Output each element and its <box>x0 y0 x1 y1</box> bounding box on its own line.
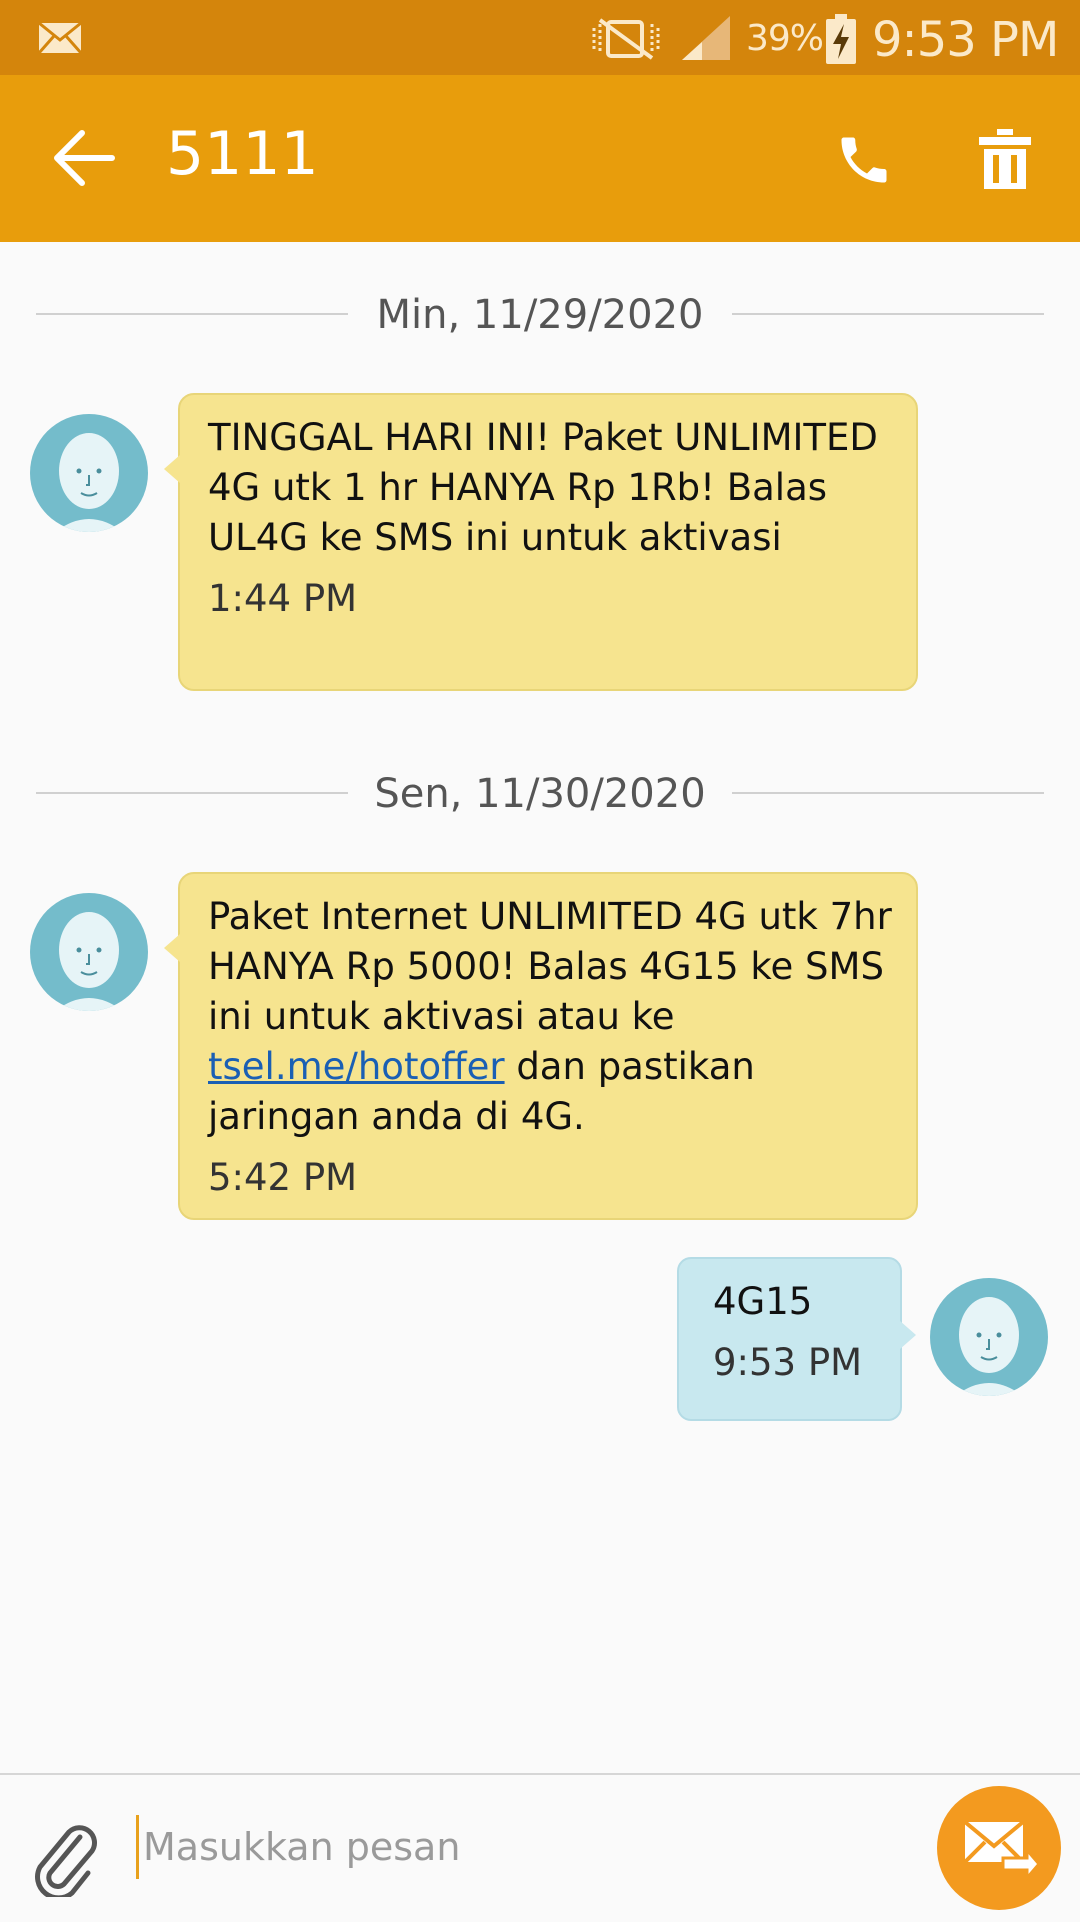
phone-icon[interactable] <box>834 130 894 190</box>
battery-charging-icon <box>826 14 856 64</box>
message-composer <box>0 1773 1080 1922</box>
message-time: 5:42 PM <box>208 1156 358 1199</box>
date-label: Sen, 11/30/2020 <box>374 771 706 817</box>
outgoing-message-bubble[interactable]: 4G15 9:53 PM <box>677 1257 916 1421</box>
date-separator: Sen, 11/30/2020 <box>36 763 1044 823</box>
contact-avatar-icon[interactable] <box>29 413 149 533</box>
back-arrow-icon[interactable] <box>50 127 116 189</box>
incoming-message-bubble[interactable]: TINGGAL HARI INI! Paket UNLIMITED 4G utk… <box>164 393 918 691</box>
message-text-part: Paket Internet UNLIMITED 4G utk 7hr HANY… <box>208 895 892 1038</box>
message-input[interactable] <box>136 1815 905 1879</box>
divider <box>732 313 1044 315</box>
message-time: 1:44 PM <box>208 577 358 620</box>
date-label: Min, 11/29/2020 <box>376 292 704 338</box>
divider <box>732 792 1044 794</box>
own-avatar-icon[interactable] <box>929 1277 1049 1397</box>
battery-percent: 39% <box>746 18 824 59</box>
status-time: 9:53 PM <box>872 12 1059 68</box>
send-button[interactable] <box>937 1786 1061 1910</box>
trash-icon[interactable] <box>975 127 1035 191</box>
signal-icon <box>682 16 730 60</box>
date-separator: Min, 11/29/2020 <box>36 284 1044 344</box>
app-bar: 5111 <box>0 75 1080 242</box>
incoming-message-bubble[interactable]: Paket Internet UNLIMITED 4G utk 7hr HANY… <box>164 872 918 1220</box>
mail-icon <box>38 22 82 54</box>
message-text: 4G15 <box>713 1280 813 1323</box>
status-bar: 39% 9:53 PM <box>0 0 1080 75</box>
message-text: TINGGAL HARI INI! Paket UNLIMITED 4G utk… <box>208 416 878 559</box>
message-link[interactable]: tsel.me/hotoffer <box>208 1045 505 1088</box>
send-icon <box>963 1820 1039 1880</box>
mute-icon <box>592 18 660 60</box>
contact-avatar-icon[interactable] <box>29 892 149 1012</box>
paperclip-icon[interactable] <box>30 1815 102 1897</box>
message-time: 9:53 PM <box>713 1341 863 1384</box>
message-text: Paket Internet UNLIMITED 4G utk 7hr HANY… <box>208 892 892 1142</box>
conversation-title: 5111 <box>166 119 319 189</box>
